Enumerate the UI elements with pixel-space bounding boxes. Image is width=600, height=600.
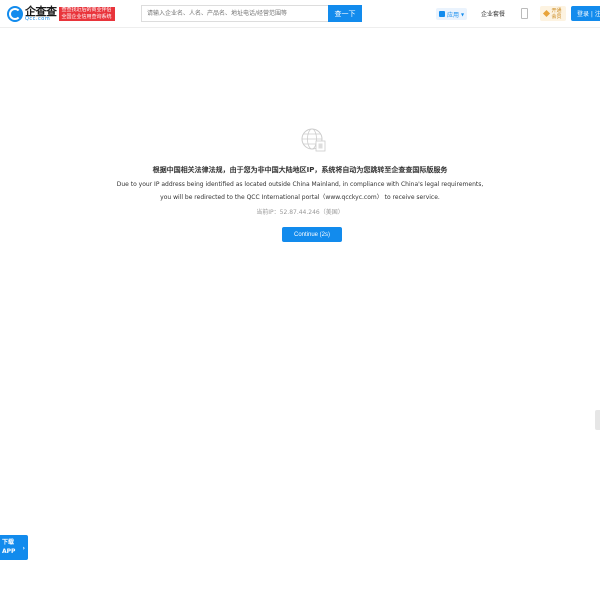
slogan-line2: 全国企业信用查询系统 xyxy=(61,14,112,20)
search-button[interactable]: 查一下 xyxy=(328,5,362,22)
apps-label: 应用 xyxy=(447,11,460,19)
vip-text: 开通 会员 xyxy=(551,8,561,20)
search-input[interactable] xyxy=(141,5,328,22)
globe-icon xyxy=(301,128,326,152)
logo-domain: Qcc.com xyxy=(25,16,51,22)
redirect-notice-text-line1: Due to your IP address being identified … xyxy=(116,181,484,188)
logo-text: 企查查 Qcc.com xyxy=(25,6,57,22)
side-feedback-tab[interactable] xyxy=(595,410,600,430)
caret-down-icon: ▼ xyxy=(461,11,465,17)
redirect-notice-title: 根据中国相关法律法规，由于您为非中国大陆地区IP，系统将自动为您跳转至企查查国际… xyxy=(152,166,448,174)
phone-icon[interactable] xyxy=(521,8,528,19)
diamond-icon xyxy=(543,9,551,18)
chevron-right-icon: › xyxy=(22,545,25,552)
grid-icon xyxy=(439,11,445,17)
login-button[interactable]: 登录 | 注 xyxy=(571,6,600,21)
slogan-line1: 查查找近后的商业伴侣 xyxy=(61,7,112,13)
vip-button[interactable]: 开通 会员 xyxy=(540,6,566,21)
enterprise-package-link[interactable]: 企业套餐 xyxy=(481,9,505,18)
logo-icon xyxy=(7,6,23,22)
apps-menu-button[interactable]: 应用 ▼ xyxy=(436,8,468,20)
current-ip-text: 当前IP：52.87.44.246（美国） xyxy=(256,209,344,216)
vip-line2: 会员 xyxy=(551,13,562,20)
redirect-notice-text-line2: you will be redirected to the QCC Intern… xyxy=(160,194,440,201)
search-bar: 查一下 xyxy=(141,5,362,22)
logo[interactable]: 企查查 Qcc.com 查查找近后的商业伴侣 全国企业信用查询系统 xyxy=(7,5,115,23)
slogan-badge: 查查找近后的商业伴侣 全国企业信用查询系统 xyxy=(58,7,115,21)
continue-button[interactable]: Continue (2s) xyxy=(282,227,342,242)
download-app-button[interactable]: 下载 APP › xyxy=(0,535,28,560)
top-header: 企查查 Qcc.com 查查找近后的商业伴侣 全国企业信用查询系统 查一下 应用… xyxy=(0,0,600,28)
